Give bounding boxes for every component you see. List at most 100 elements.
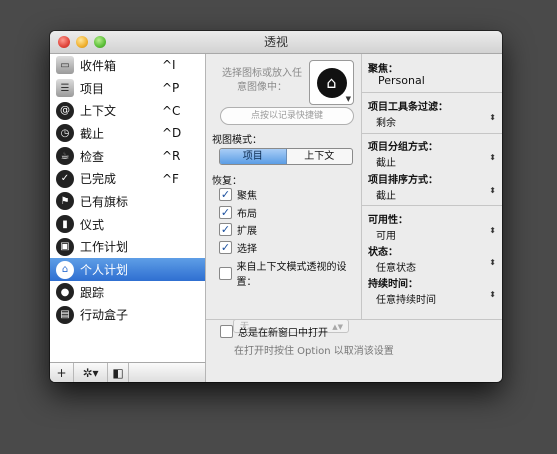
completed-icon: ✓ — [56, 169, 74, 188]
checkbox-label: 选择 — [237, 244, 257, 255]
checkbox-label: 扩展 — [237, 226, 257, 237]
checkmark-icon: ✓ — [219, 223, 232, 236]
duration-popup[interactable]: 任意持续时间 ⬍ — [376, 290, 496, 306]
minimize-button[interactable] — [76, 36, 88, 48]
home-icon: ⌂ — [316, 67, 347, 98]
updown-arrows-icon: ⬍ — [489, 153, 496, 162]
restore-focus-checkbox[interactable]: ✓ 聚焦 — [219, 187, 257, 202]
checkmark-icon: ✓ — [219, 188, 232, 201]
sidebar-item[interactable]: ▭ 收件箱 ^I — [50, 54, 205, 77]
sidebar-item-shortcut: ^P — [162, 81, 180, 96]
sorting-popup[interactable]: 截止 ⬍ — [376, 186, 496, 202]
restore-selection-checkbox[interactable]: ✓ 选择 — [219, 240, 257, 255]
icon-hint: 选择图标或放入任意图像中： — [222, 68, 302, 93]
divider — [362, 205, 502, 206]
sidebar-item-label: 项目 — [80, 81, 105, 96]
window-title: 透视 — [263, 35, 288, 49]
people-icon: ● — [56, 283, 74, 302]
restore-expansion-checkbox[interactable]: ✓ 扩展 — [219, 222, 257, 237]
sidebar-item[interactable]: ▤ 行动盒子 — [50, 304, 205, 327]
divider — [362, 133, 502, 134]
updown-arrows-icon: ⬍ — [489, 290, 496, 299]
contexts-icon: @ — [56, 101, 74, 120]
collapse-sidebar-button[interactable]: ◧ — [108, 363, 129, 382]
checkbox-label: 聚焦 — [237, 191, 257, 202]
view-mode-label: 视图模式： — [212, 135, 262, 146]
record-shortcut-button[interactable]: 点按以记录快捷键 — [220, 107, 354, 125]
sorting-label: 项目排序方式： — [368, 175, 438, 186]
checkbox-label: 来自上下文模式透视的设置： — [236, 262, 347, 288]
popup-value: 可用 — [376, 231, 396, 242]
sidebar-item[interactable]: ✓ 已完成 ^F — [50, 167, 205, 190]
grouping-popup[interactable]: 截止 ⬍ — [376, 153, 496, 169]
checkbox-label: 总是在新窗口中打开 — [238, 328, 328, 339]
checkbox-box — [220, 325, 233, 338]
popup-value: 任意状态 — [376, 263, 416, 274]
restore-label: 恢复： — [212, 176, 242, 187]
sidebar-item[interactable]: ⚑ 已有旗标 — [50, 190, 205, 213]
updown-arrows-icon: ⬍ — [489, 226, 496, 235]
perspective-list: ▭ 收件箱 ^I ☰ 项目 ^P @ 上下文 ^C ◷ 截止 ^D ☕ 检查 ^R ✓ 已完成 ^F ⚑ 已有旗标 ▮ 仪… — [50, 54, 206, 362]
view-mode-segmented-control: 项目 上下文 — [219, 148, 353, 165]
sidebar-item[interactable]: @ 上下文 ^C — [50, 99, 205, 122]
perspective-filter-panel: 聚焦： Personal 项目工具条过滤： 剩余 ⬍ 项目分组方式： 截止 ⬍ … — [361, 54, 502, 319]
grouping-label: 项目分组方式： — [368, 142, 438, 153]
perspective-icon-well[interactable]: ⌂ ▼ — [309, 60, 354, 105]
sidebar-item[interactable]: ☰ 项目 ^P — [50, 77, 205, 100]
context-mode-settings-checkbox[interactable]: 来自上下文模式透视的设置： — [219, 258, 361, 288]
gear-menu-button[interactable]: ✲▾ — [74, 363, 108, 382]
sidebar-item[interactable]: ◷ 截止 ^D — [50, 122, 205, 145]
toolbar-filter-popup[interactable]: 剩余 ⬍ — [376, 113, 496, 129]
sidebar-item-label: 仪式 — [80, 217, 105, 232]
sidebar-item-label: 工作计划 — [80, 240, 129, 255]
sidebar-item-label: 收件箱 — [80, 58, 117, 73]
duration-label: 持续时间： — [368, 279, 418, 290]
sidebar-item-shortcut: ^I — [162, 58, 176, 73]
restore-layout-checkbox[interactable]: ✓ 布局 — [219, 205, 257, 220]
updown-arrows-icon: ▲▼ — [332, 323, 343, 331]
sidebar-item-label: 行动盒子 — [80, 308, 129, 323]
checkmark-icon: ✓ — [219, 206, 232, 219]
sidebar-item-shortcut: ^C — [162, 103, 181, 118]
add-perspective-button[interactable]: + — [50, 363, 74, 382]
sidebar-item-label: 截止 — [80, 126, 105, 141]
focus-value: Personal — [378, 74, 425, 87]
sidebar-item[interactable]: ⌂ 个人计划 — [50, 258, 205, 281]
sidebar-item-label: 检查 — [80, 149, 105, 164]
updown-arrows-icon: ⬍ — [489, 186, 496, 195]
box-icon: ▤ — [56, 305, 74, 324]
perspectives-window: 透视 ▭ 收件箱 ^I ☰ 项目 ^P @ 上下文 ^C ◷ 截止 ^D ☕ 检查 ^R ✓ 已完成 ^F ⚑ 已有旗… — [50, 31, 502, 382]
view-mode-contexts[interactable]: 上下文 — [287, 149, 353, 164]
inbox-icon: ▭ — [56, 56, 74, 75]
dashboard-icon: ▮ — [56, 215, 74, 234]
view-mode-projects[interactable]: 项目 — [220, 149, 287, 164]
sidebar-item[interactable]: ▮ 仪式 — [50, 213, 205, 236]
sidebar-item-shortcut: ^D — [162, 126, 182, 141]
sidebar-item[interactable]: ☕ 检查 ^R — [50, 145, 205, 168]
availability-popup[interactable]: 可用 ⬍ — [376, 226, 496, 242]
title-bar: 透视 — [50, 31, 502, 54]
sidebar-item-label: 跟踪 — [80, 285, 105, 300]
status-label: 状态： — [368, 247, 398, 258]
sidebar-item[interactable]: ▣ 工作计划 — [50, 236, 205, 259]
availability-label: 可用性： — [368, 215, 408, 226]
sidebar-item-shortcut: ^F — [162, 171, 179, 186]
sidebar-item[interactable]: ● 跟踪 — [50, 281, 205, 304]
sidebar-item-label: 已有旗标 — [80, 194, 129, 209]
flagged-icon: ⚑ — [56, 192, 74, 211]
open-in-new-window-checkbox[interactable]: 总是在新窗口中打开 — [220, 324, 328, 339]
toolbar-filter-label: 项目工具条过滤： — [368, 102, 448, 113]
projects-icon: ☰ — [56, 79, 74, 98]
close-button[interactable] — [58, 36, 70, 48]
popup-value: 剩余 — [376, 118, 396, 129]
due-icon: ◷ — [56, 124, 74, 143]
sidebar-item-shortcut: ^R — [162, 149, 181, 164]
briefcase-icon: ▣ — [56, 237, 74, 256]
popup-value: 截止 — [376, 191, 396, 202]
status-popup[interactable]: 任意状态 ⬍ — [376, 258, 496, 274]
sidebar-item-label: 上下文 — [80, 104, 117, 119]
divider — [362, 92, 502, 93]
checkmark-icon: ✓ — [219, 241, 232, 254]
zoom-button[interactable] — [94, 36, 106, 48]
sidebar-toolbar: + ✲▾ ◧ — [50, 362, 206, 382]
